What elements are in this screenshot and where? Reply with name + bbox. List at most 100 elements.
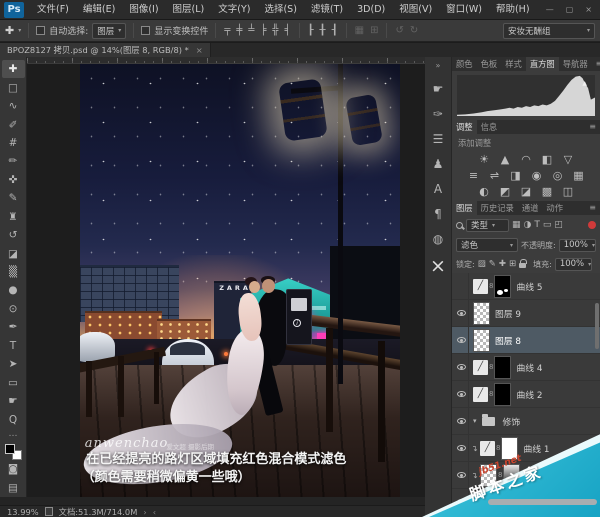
- menu-window[interactable]: 窗口(W): [439, 0, 489, 20]
- status-arrow-right-icon[interactable]: ›: [143, 507, 146, 517]
- crop-tool[interactable]: #: [2, 134, 25, 152]
- layers-scrollbar[interactable]: [595, 303, 599, 349]
- history-brush-tool[interactable]: ↺: [2, 226, 25, 244]
- layer-thumbnail[interactable]: [473, 301, 490, 325]
- color-balance-icon[interactable]: ⇌: [488, 169, 501, 182]
- screen-mode-button[interactable]: ▤: [2, 479, 25, 497]
- distribute-right-icon[interactable]: ┨: [331, 25, 339, 36]
- layer-row-layer-8[interactable]: 图层 8: [452, 327, 600, 354]
- zoom-tool[interactable]: Q: [2, 410, 25, 428]
- layer-row-layer-9[interactable]: 图层 9: [452, 300, 600, 327]
- lock-artboard-icon[interactable]: ⊞: [509, 259, 516, 269]
- visibility-toggle[interactable]: [454, 381, 469, 407]
- lock-paint-icon[interactable]: ✎: [489, 259, 496, 269]
- expand-panels-icon[interactable]: »: [436, 61, 441, 70]
- smart-object-filter-icon[interactable]: ◰: [554, 220, 563, 230]
- color-lookup-icon[interactable]: ▦: [572, 169, 585, 182]
- gradient-map-icon[interactable]: ▩: [541, 185, 554, 198]
- align-left-icon[interactable]: ╞: [259, 25, 267, 36]
- path-selection-tool[interactable]: ➤: [2, 355, 25, 373]
- filter-toggle[interactable]: [588, 221, 596, 229]
- edit-toolbar-icon[interactable]: …: [2, 429, 25, 439]
- adjustment-layer-filter-icon[interactable]: ◑: [524, 220, 532, 230]
- eraser-tool[interactable]: ◪: [2, 244, 25, 262]
- panel-menu-icon[interactable]: ≡: [585, 201, 600, 215]
- clone-stamp-tool[interactable]: ♜: [2, 208, 25, 226]
- menu-type[interactable]: 文字(Y): [211, 0, 257, 20]
- horizontal-scroll-track[interactable]: [0, 497, 425, 505]
- blur-tool[interactable]: ●: [2, 281, 25, 299]
- foreground-color-swatch[interactable]: [4, 443, 15, 454]
- curves-adjustment-icon[interactable]: ╱: [473, 359, 488, 375]
- layer-mask-thumbnail[interactable]: [501, 436, 519, 460]
- minimize-button[interactable]: —: [546, 5, 554, 14]
- selective-color-icon[interactable]: ◫: [562, 185, 575, 198]
- dodge-tool[interactable]: ⊙: [2, 300, 25, 318]
- tab-history[interactable]: 历史记录: [477, 201, 518, 215]
- tab-swatches[interactable]: 色板: [477, 57, 502, 71]
- menu-layer[interactable]: 图层(L): [166, 0, 212, 20]
- levels-icon[interactable]: ▲: [499, 153, 512, 166]
- exposure-icon[interactable]: ◧: [541, 153, 554, 166]
- tab-histogram[interactable]: 直方图: [525, 57, 559, 71]
- document-tab[interactable]: BPOZ8127 拷贝.psd @ 14%(图层 8, RGB/8) * ×: [0, 43, 211, 57]
- auto-select-checkbox[interactable]: [36, 26, 46, 35]
- tab-color[interactable]: 颜色: [452, 57, 477, 71]
- posterize-icon[interactable]: ◩: [499, 185, 512, 198]
- hand-tool[interactable]: ☛: [2, 392, 25, 410]
- lock-transparent-icon[interactable]: ▨: [478, 259, 486, 269]
- blend-mode-dropdown[interactable]: 滤色 ▾: [456, 238, 518, 252]
- restore-button[interactable]: ▢: [566, 5, 574, 14]
- menu-image[interactable]: 图像(I): [122, 0, 165, 20]
- character-panel-icon[interactable]: A: [427, 176, 450, 201]
- vibrance-icon[interactable]: ▽: [562, 153, 575, 166]
- brightness-contrast-icon[interactable]: ☀: [478, 153, 491, 166]
- layer-row-layer-2[interactable]: ↴ 8 图层 2 ...: [452, 462, 600, 489]
- layer-thumbnail[interactable]: [473, 328, 490, 352]
- marquee-tool[interactable]: □: [2, 78, 25, 96]
- align-right-icon[interactable]: ╡: [283, 25, 291, 36]
- pointer-panel-icon[interactable]: ☛: [427, 76, 450, 101]
- horizontal-scrollbar-thumb[interactable]: [488, 499, 597, 505]
- brush-tool[interactable]: ✎: [2, 189, 25, 207]
- opacity-dropdown[interactable]: 100% ▾: [558, 238, 596, 252]
- visibility-toggle[interactable]: [454, 489, 469, 515]
- layer-row-curves-5[interactable]: ╱ 8 曲线 5: [452, 273, 600, 300]
- status-arrow-left-icon[interactable]: ‹: [153, 507, 156, 517]
- layer-row-curves-4[interactable]: ╱ 8 曲线 4: [452, 354, 600, 381]
- menu-file[interactable]: 文件(F): [30, 0, 76, 20]
- lasso-tool[interactable]: ∿: [2, 97, 25, 115]
- move-tool[interactable]: ✚: [1, 60, 25, 79]
- visibility-toggle[interactable]: [454, 300, 469, 326]
- channel-mixer-icon[interactable]: ◎: [551, 169, 564, 182]
- align-middle-icon[interactable]: ╪: [235, 25, 243, 36]
- histogram-refresh-icon[interactable]: ▲: [582, 80, 587, 87]
- brush-presets-panel-icon[interactable]: ✑: [427, 101, 450, 126]
- healing-brush-tool[interactable]: ✜: [2, 171, 25, 189]
- lock-all-icon[interactable]: [519, 259, 528, 268]
- hue-saturation-icon[interactable]: ≡: [467, 169, 480, 182]
- layer-mask-thumbnail[interactable]: [494, 274, 512, 298]
- layer-mask-thumbnail[interactable]: [494, 355, 512, 379]
- visibility-toggle[interactable]: [454, 327, 469, 353]
- curves-icon[interactable]: ◠: [520, 153, 533, 166]
- workspace-dropdown[interactable]: 安妆无酬组 ▾: [503, 22, 595, 39]
- curves-adjustment-icon[interactable]: ╱: [480, 440, 495, 456]
- visibility-toggle[interactable]: [454, 408, 469, 434]
- menu-view[interactable]: 视图(V): [392, 0, 439, 20]
- gradient-tool[interactable]: ▒: [2, 263, 25, 281]
- show-transform-checkbox[interactable]: [141, 26, 151, 35]
- group-expand-icon[interactable]: ▾: [473, 417, 477, 425]
- lock-move-icon[interactable]: ✚: [499, 259, 506, 269]
- threshold-icon[interactable]: ◪: [520, 185, 533, 198]
- auto-select-target-dropdown[interactable]: 图层 ▾: [92, 22, 127, 39]
- menu-3d[interactable]: 3D(D): [350, 0, 392, 20]
- tab-layers[interactable]: 图层: [452, 201, 477, 215]
- black-white-icon[interactable]: ◨: [509, 169, 522, 182]
- align-top-icon[interactable]: ╤: [223, 25, 231, 36]
- tab-info[interactable]: 信息: [477, 120, 502, 134]
- panel-menu-icon[interactable]: ≡: [585, 120, 600, 134]
- tab-navigator[interactable]: 导航器: [559, 57, 592, 71]
- document-image[interactable]: ZARA i anwenchao 爱文超 摄影后期 在已经提亮的路灯区域填充红色…: [80, 64, 400, 497]
- quick-mask-button[interactable]: ◙: [2, 460, 25, 478]
